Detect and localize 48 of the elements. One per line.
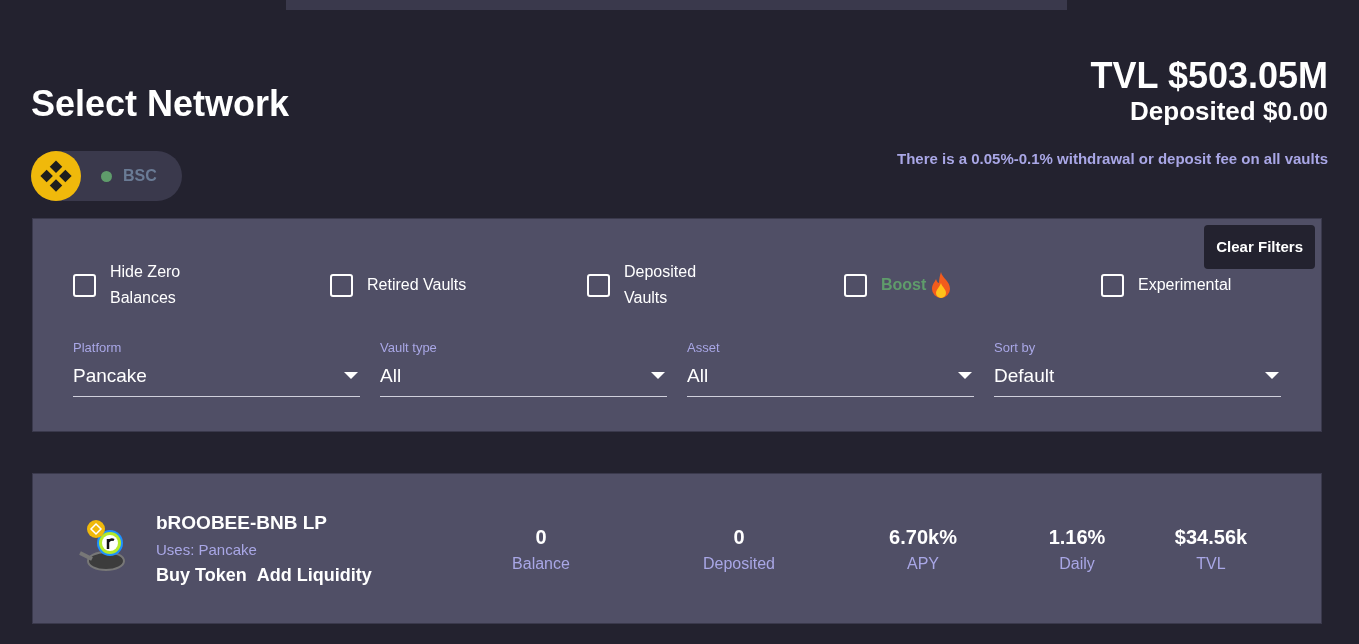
select-field[interactable]: Asset All bbox=[687, 338, 974, 397]
stat-value: 1.16% bbox=[1048, 524, 1106, 550]
vault-link[interactable]: Buy Token bbox=[156, 561, 247, 589]
select-label: Platform bbox=[73, 339, 123, 357]
select-label: Vault type bbox=[380, 339, 438, 357]
select-value: All bbox=[380, 363, 402, 388]
flame-icon bbox=[931, 272, 952, 298]
stat-label: Deposited bbox=[702, 553, 775, 574]
checkbox[interactable] bbox=[330, 273, 353, 297]
checkbox[interactable] bbox=[587, 273, 610, 297]
checkbox-label: Retired Vaults bbox=[367, 275, 467, 295]
select-field[interactable]: Sort by Default bbox=[994, 338, 1281, 397]
stat-value: $34.56k bbox=[1174, 524, 1248, 550]
checkbox-label: Hide Zero Balances bbox=[110, 262, 182, 308]
tvl-total: TVL $503.05M bbox=[1090, 56, 1328, 96]
checkbox-label: Deposited Vaults bbox=[624, 262, 698, 308]
deposited-total: Deposited $0.00 bbox=[1130, 96, 1328, 126]
select-field[interactable]: Platform Pancake bbox=[73, 338, 360, 397]
network-label: BSC bbox=[123, 166, 157, 186]
select-field[interactable]: Vault type All bbox=[380, 338, 667, 397]
checkbox-label: Boost bbox=[881, 275, 927, 295]
select-label: Asset bbox=[687, 339, 721, 357]
stat-label: APY bbox=[907, 553, 939, 574]
fee-note: There is a 0.05%-0.1% withdrawal or deposit fee on all vaults bbox=[897, 149, 1328, 169]
stat-label: Daily bbox=[1059, 553, 1095, 574]
page-title: Select Network bbox=[31, 84, 290, 124]
caret-icon bbox=[958, 372, 972, 380]
stat-label: TVL bbox=[1196, 553, 1226, 574]
clear-filters-button[interactable]: Clear Filters bbox=[1204, 225, 1315, 269]
caret-icon bbox=[651, 372, 665, 380]
stat-label: Balance bbox=[512, 553, 570, 574]
vault-link[interactable]: Add Liquidity bbox=[256, 561, 372, 589]
select-label: Sort by bbox=[994, 339, 1037, 357]
vault-name: bROOBEE-BNB LP bbox=[156, 510, 328, 535]
select-value: Default bbox=[994, 363, 1055, 388]
select-value: All bbox=[687, 363, 709, 388]
stat-value: 0 bbox=[535, 524, 547, 550]
stat-value: 0 bbox=[733, 524, 745, 550]
vault-platform: Uses: Pancake bbox=[156, 540, 258, 560]
checkbox[interactable] bbox=[844, 273, 867, 297]
caret-icon bbox=[344, 372, 358, 380]
checkbox[interactable] bbox=[73, 273, 96, 297]
select-value: Pancake bbox=[73, 363, 147, 388]
bnb-coin-icon bbox=[31, 151, 81, 201]
checkbox-label: Experimental bbox=[1138, 275, 1232, 295]
checkbox[interactable] bbox=[1101, 273, 1124, 297]
caret-icon bbox=[1265, 372, 1279, 380]
stat-value: 6.70k% bbox=[889, 524, 957, 550]
